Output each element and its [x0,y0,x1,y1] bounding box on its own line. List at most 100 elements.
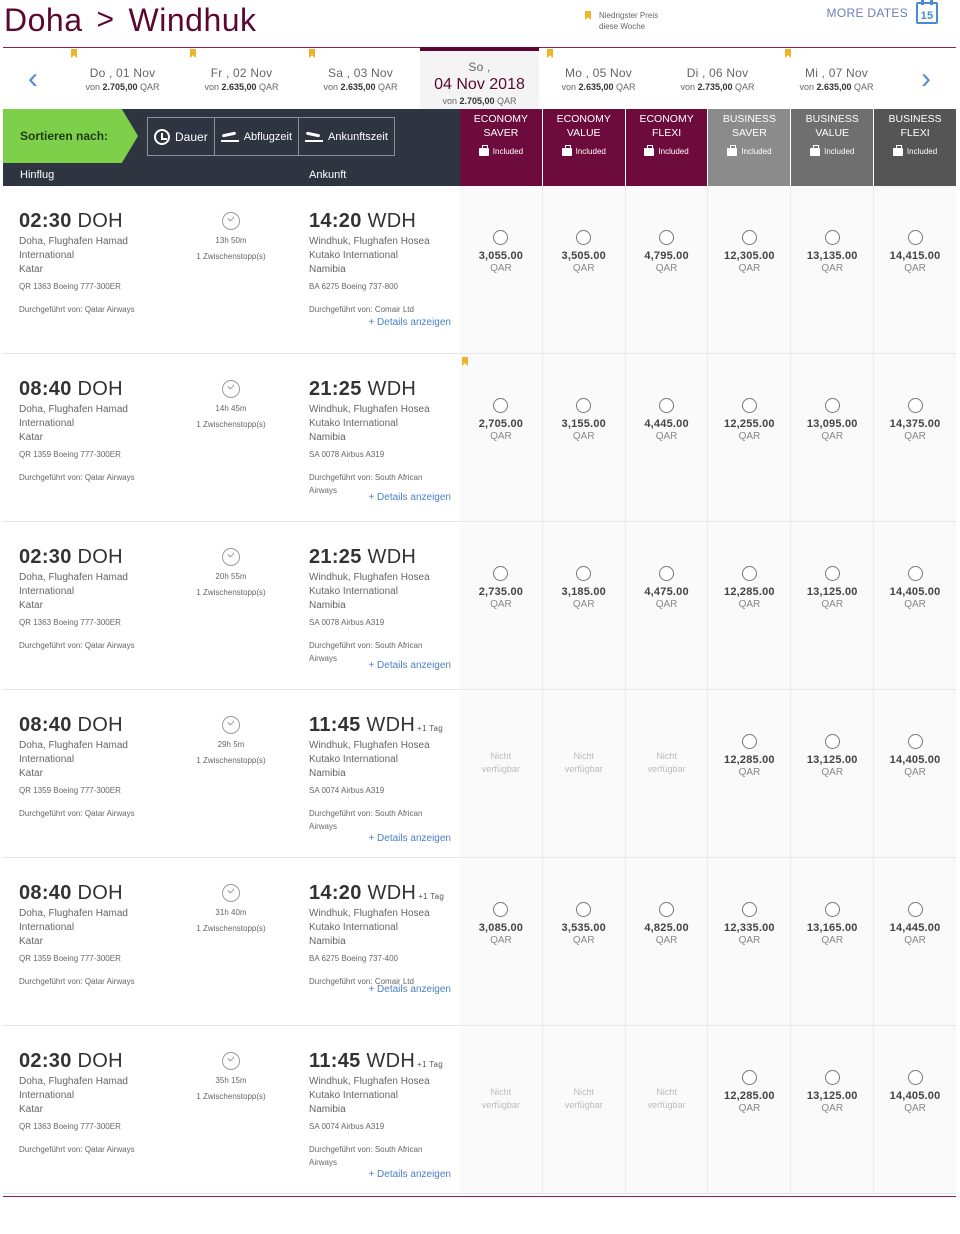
fare-radio[interactable] [907,734,923,749]
route-separator: > [96,3,115,36]
fare-option[interactable]: 12,335.00 QAR [708,858,792,1025]
fare-option[interactable]: 14,415.00 QAR [874,186,956,353]
fare-option[interactable]: 2,735.00 QAR [460,522,543,689]
fare-option[interactable]: 14,445.00 QAR [874,858,956,1025]
fare-option[interactable]: 12,305.00 QAR [708,186,792,353]
sort-departure-button[interactable]: Abflugzeit [215,118,299,155]
fare-option[interactable]: 13,095.00 QAR [791,354,875,521]
stops-count: 1 Zwischenstopp(s) [196,756,266,765]
airport-line: Doha, Flughafen Hamad [19,1076,128,1087]
fare-radio[interactable] [741,902,757,917]
flight-number: SA 0078 Airbus A319 [309,450,385,459]
date-tab[interactable]: So , 04 Nov 2018 von 2.705,00 QAR [420,47,539,109]
fare-option[interactable]: 13,165.00 QAR [791,858,875,1025]
date-tab[interactable]: Di , 06 Nov von 2.735,00 QAR [658,48,777,109]
next-dates-arrow-icon[interactable]: › [896,48,956,109]
airport-line: Katar [19,1104,43,1115]
fare-radio[interactable] [741,230,757,245]
fare-radio[interactable] [576,902,592,917]
fare-option[interactable]: 3,535.00 QAR [543,858,626,1025]
fare-price: 4,475.00 [644,586,689,598]
fare-radio[interactable] [493,230,509,245]
fare-option[interactable]: 14,405.00 QAR [874,690,956,857]
fare-option[interactable]: 3,055.00 QAR [460,186,543,353]
fare-radio[interactable] [741,734,757,749]
fare-option[interactable]: 3,185.00 QAR [543,522,626,689]
fare-radio[interactable] [493,398,509,413]
fare-radio[interactable] [576,566,592,581]
operator: Durchgeführt von: Qatar Airways [19,471,179,484]
date-tab[interactable]: Mi , 07 Nov von 2.635,00 QAR [777,48,896,109]
fare-radio[interactable] [741,398,757,413]
airport-code: DOH [77,210,123,232]
show-details-link[interactable]: + Details anzeigen [368,984,451,995]
fare-radio[interactable] [741,1070,757,1085]
fare-radio[interactable] [824,902,840,917]
fare-radio[interactable] [659,566,675,581]
fare-option[interactable]: 12,285.00 QAR [708,1026,792,1193]
bookmark-icon [71,49,77,58]
fare-radio[interactable] [493,902,509,917]
show-details-link[interactable]: + Details anzeigen [368,1169,451,1180]
sort-arrival-button[interactable]: Ankunftszeit [299,118,394,155]
fare-option[interactable]: 13,125.00 QAR [791,1026,875,1193]
fare-price: 13,165.00 [806,922,858,934]
fare-option[interactable]: 3,505.00 QAR [543,186,626,353]
fare-option[interactable]: 12,285.00 QAR [708,690,792,857]
date-tab[interactable]: Fr , 02 Nov von 2.635,00 QAR [182,48,301,109]
date-tab[interactable]: Mo , 05 Nov von 2.635,00 QAR [539,48,658,109]
airport-line: Kutako International [309,250,398,261]
duration-value: 13h 50m [215,236,247,245]
date-tab[interactable]: Do , 01 Nov von 2.705,00 QAR [63,48,182,109]
fare-radio[interactable] [907,230,923,245]
prev-dates-arrow-icon[interactable]: ‹ [3,48,63,109]
fare-option[interactable]: 13,125.00 QAR [791,522,875,689]
airport-line: Katar [19,600,43,611]
fare-option[interactable]: 13,135.00 QAR [791,186,875,353]
fare-radio[interactable] [907,902,923,917]
show-details-link[interactable]: + Details anzeigen [368,833,451,844]
fare-radio[interactable] [824,1070,840,1085]
fare-option[interactable]: 14,405.00 QAR [874,522,956,689]
fare-radio[interactable] [824,566,840,581]
fare-option[interactable]: 2,705.00 QAR [460,354,543,521]
fare-radio[interactable] [824,398,840,413]
fare-radio[interactable] [907,398,923,413]
fare-price: 12,285.00 [724,586,775,598]
fare-radio[interactable] [659,902,675,917]
date-label: Mi , 07 Nov [805,66,868,80]
fare-option[interactable]: 3,085.00 QAR [460,858,543,1025]
fare-option[interactable]: 4,475.00 QAR [626,522,709,689]
fare-option[interactable]: 4,795.00 QAR [626,186,709,353]
show-details-link[interactable]: + Details anzeigen [368,660,451,671]
fare-radio[interactable] [659,230,675,245]
fare-radio[interactable] [824,230,840,245]
date-tab[interactable]: Sa , 03 Nov von 2.635,00 QAR [301,48,420,109]
fare-currency: QAR [738,935,761,946]
fare-option[interactable]: 14,405.00 QAR [874,1026,956,1193]
more-dates-button[interactable]: MORE DATES 15 [827,0,938,24]
fare-radio[interactable] [824,734,840,749]
fare-radio[interactable] [741,566,757,581]
fare-radio[interactable] [576,398,592,413]
fare-radio[interactable] [659,398,675,413]
fare-option[interactable]: 12,285.00 QAR [708,522,792,689]
fare-radio[interactable] [907,1070,923,1085]
baggage-included: Included [874,145,956,159]
fare-radio[interactable] [907,566,923,581]
show-details-link[interactable]: + Details anzeigen [368,317,451,328]
departure-time: 02:30 DOH [19,546,179,569]
sort-duration-button[interactable]: Dauer [148,118,215,155]
fare-price: 14,405.00 [889,754,941,766]
lowest-price-label: Niedrigster Preis [599,11,659,20]
fare-radio[interactable] [576,230,592,245]
fare-option[interactable]: 3,155.00 QAR [543,354,626,521]
fare-radio[interactable] [493,566,509,581]
fare-option[interactable]: 14,375.00 QAR [874,354,956,521]
airport-line: Doha, Flughafen Hamad [19,404,128,415]
fare-option[interactable]: 12,255.00 QAR [708,354,792,521]
show-details-link[interactable]: + Details anzeigen [368,492,451,503]
fare-option[interactable]: 4,445.00 QAR [626,354,709,521]
fare-option[interactable]: 13,125.00 QAR [791,690,875,857]
fare-option[interactable]: 4,825.00 QAR [626,858,709,1025]
